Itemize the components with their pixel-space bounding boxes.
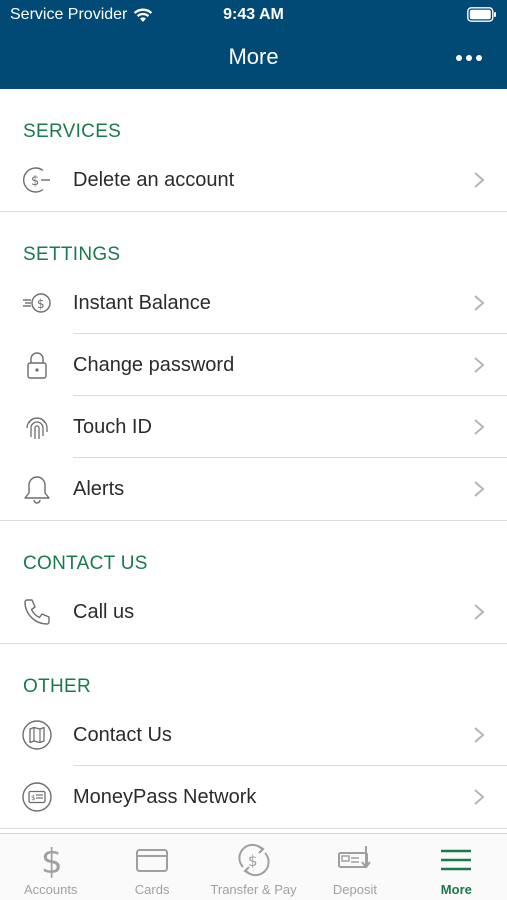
dollar-remove-icon: $ (23, 167, 50, 193)
phone-icon (24, 599, 50, 625)
row-label: Touch ID (73, 415, 152, 438)
chevron-right-icon (474, 419, 485, 435)
section-header-services: SERVICES (23, 121, 122, 142)
lock-icon (27, 352, 47, 379)
tab-label: Accounts (23, 882, 78, 897)
row-delete-account[interactable]: $ Delete an account (0, 149, 507, 211)
fingerprint-icon (26, 417, 48, 439)
row-contact-us-map[interactable]: Contact Us (0, 704, 507, 766)
section-header-contact: CONTACT US (23, 553, 148, 574)
svg-text:$: $ (41, 842, 63, 878)
row-label: Alerts (73, 477, 125, 500)
status-bar: Service Provider 9:43 AM (0, 0, 507, 30)
section-header-settings: SETTINGS (23, 244, 121, 265)
section-header-other: OTHER (23, 676, 91, 697)
atm-card-icon: $ (22, 782, 52, 812)
tab-label: Deposit (332, 882, 377, 897)
map-icon (22, 720, 52, 750)
chevron-right-icon (474, 172, 485, 188)
page-title: More (228, 44, 279, 69)
row-alerts[interactable]: Alerts (0, 458, 507, 520)
more-screen: Service Provider 9:43 AM More SERVICES $… (0, 0, 507, 900)
transfer-icon: $ (237, 843, 270, 877)
divider (0, 828, 507, 829)
chevron-right-icon (474, 604, 485, 620)
tab-deposit[interactable]: Deposit (304, 834, 405, 900)
ellipsis-icon (456, 55, 482, 61)
row-label: MoneyPass Network (73, 785, 257, 808)
svg-text:$: $ (248, 852, 258, 870)
row-label: Delete an account (73, 168, 235, 191)
overflow-menu-button[interactable] (449, 46, 489, 70)
card-icon (136, 849, 169, 872)
chevron-right-icon (474, 357, 485, 373)
chevron-right-icon (474, 295, 485, 311)
row-label: Call us (73, 600, 135, 623)
chevron-right-icon (474, 727, 485, 743)
svg-text:$: $ (31, 174, 39, 189)
row-label: Change password (73, 353, 235, 376)
row-touch-id[interactable]: Touch ID (0, 396, 507, 458)
check-deposit-icon (337, 846, 371, 869)
title-bar: More (0, 40, 507, 76)
row-moneypass[interactable]: $ MoneyPass Network (0, 766, 507, 828)
row-instant-balance[interactable]: $ Instant Balance (0, 272, 507, 334)
menu-icon (441, 849, 472, 871)
row-call-us[interactable]: Call us (0, 581, 507, 643)
row-label: Contact Us (73, 723, 172, 746)
battery-icon (467, 7, 496, 22)
chevron-right-icon (474, 481, 485, 497)
header: Service Provider 9:43 AM More (0, 0, 507, 89)
tab-bar: $ Accounts Cards $ Transfer & Pay Deposi… (0, 833, 507, 900)
svg-text:$: $ (37, 297, 45, 311)
tab-label: More (440, 882, 472, 897)
row-label: Instant Balance (73, 291, 211, 314)
row-change-password[interactable]: Change password (0, 334, 507, 396)
tab-cards[interactable]: Cards (101, 834, 202, 900)
bell-icon (24, 476, 50, 504)
chevron-right-icon (474, 789, 485, 805)
tab-transfer-pay[interactable]: $ Transfer & Pay (203, 834, 304, 900)
instant-balance-icon: $ (23, 293, 51, 313)
dollar-icon: $ (41, 842, 63, 878)
tab-label: Cards (134, 882, 170, 897)
tab-more[interactable]: More (406, 834, 507, 900)
more-list: SERVICES $ Delete an account SETTINGS $ … (0, 89, 507, 833)
status-time: 9:43 AM (223, 6, 284, 23)
svg-text:$: $ (31, 794, 35, 802)
tab-label: Transfer & Pay (210, 882, 297, 897)
tab-accounts[interactable]: $ Accounts (0, 834, 101, 900)
